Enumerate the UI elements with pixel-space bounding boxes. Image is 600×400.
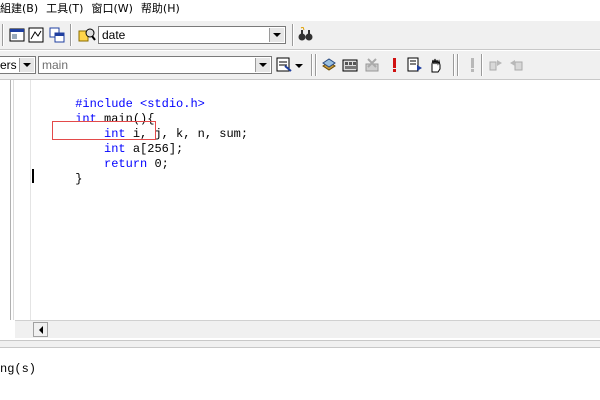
chevron-down-icon[interactable] — [255, 58, 270, 72]
code-line-6: } — [75, 172, 83, 186]
toolbar-separator — [2, 24, 4, 46]
text-caret — [32, 169, 34, 183]
chevron-down-icon[interactable] — [19, 58, 34, 72]
chevron-down-icon[interactable] — [269, 28, 284, 42]
menu-help[interactable]: 帮助(H) — [139, 0, 186, 18]
find-combo[interactable]: date — [98, 26, 286, 44]
find-in-files-icon[interactable] — [78, 26, 96, 44]
wizard-toolbar: ers main — [0, 50, 600, 80]
step-disabled-icon — [487, 56, 505, 74]
output-window-icon[interactable] — [27, 26, 45, 44]
toolbar-separator — [315, 54, 317, 76]
toolbar-separator — [292, 24, 294, 46]
menu-tools[interactable]: 工具(T) — [44, 0, 89, 18]
go-debug-icon[interactable] — [406, 56, 424, 74]
function-combo-value: main — [42, 58, 69, 72]
exclamation-disabled-icon — [463, 56, 481, 74]
menu-build[interactable]: 組建(B) — [0, 0, 44, 18]
wizard-action-icon[interactable] — [276, 56, 294, 74]
class-combo-value: ers — [0, 58, 17, 72]
toolbar-separator — [457, 54, 459, 76]
toolbar-separator — [453, 54, 455, 76]
find-binoculars-icon[interactable] — [297, 26, 315, 44]
function-combo[interactable]: main — [38, 56, 272, 74]
standard-toolbar: date — [0, 20, 600, 50]
menu-bar: 組建(B) 工具(T) 窗口(W) 帮助(H) — [0, 0, 600, 18]
output-pane: ng(s) — [0, 348, 600, 400]
pane-splitter[interactable] — [0, 340, 600, 348]
code-line: #include <stdio.h> — [32, 82, 248, 111]
scroll-left-button[interactable] — [33, 322, 48, 337]
keyword-token: return — [104, 157, 148, 171]
build-icon[interactable] — [341, 56, 359, 74]
horizontal-scrollbar[interactable] — [15, 320, 600, 338]
code-line-4: int a[256]; — [104, 142, 184, 156]
class-combo[interactable]: ers — [0, 56, 36, 74]
editor-gutter — [0, 80, 14, 320]
workspace-icon[interactable] — [8, 26, 26, 44]
wizard-dropdown-icon[interactable] — [294, 56, 304, 74]
menu-window[interactable]: 窗口(W) — [89, 0, 138, 18]
step-out-disabled-icon — [508, 56, 526, 74]
toolbar-separator — [311, 54, 313, 76]
selection-margin[interactable] — [15, 80, 31, 320]
toolbar-separator — [70, 24, 72, 46]
find-combo-value: date — [102, 28, 126, 42]
output-line: ng(s) — [0, 362, 37, 376]
breakpoint-hand-icon[interactable] — [427, 56, 445, 74]
stop-build-icon — [363, 56, 381, 74]
execute-icon[interactable] — [385, 56, 403, 74]
annotation-highlight-box — [52, 121, 156, 140]
code-line-1: #include <stdio.h> — [75, 97, 205, 111]
keyword-token: int — [104, 142, 126, 156]
window-list-icon[interactable] — [48, 26, 66, 44]
toolbar-separator — [481, 54, 483, 76]
code-line-5: return 0; — [104, 157, 169, 171]
code-editor[interactable]: #include <stdio.h> int main(){ int i, j,… — [0, 80, 600, 320]
compile-icon[interactable] — [320, 56, 338, 74]
